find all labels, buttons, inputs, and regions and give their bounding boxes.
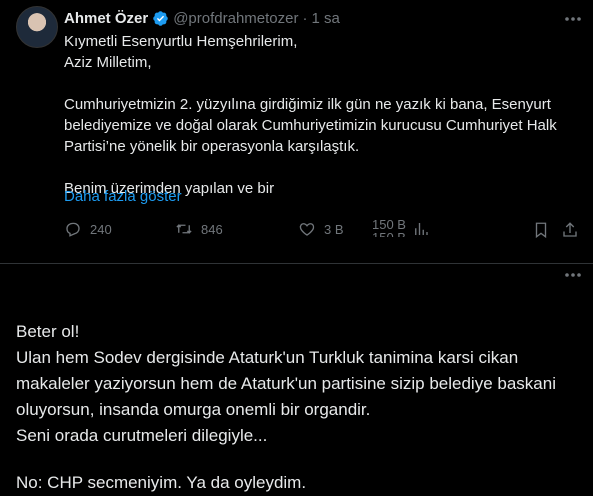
tweet-card[interactable]: Ahmet Özer @profdrahmetozer · 1 sa Kıyme… (0, 0, 593, 263)
tweet-time[interactable]: 1 sa (311, 10, 339, 27)
retweet-count: 846 (201, 221, 223, 237)
author-name[interactable]: Ahmet Özer (64, 10, 148, 27)
more-options-icon[interactable] (563, 14, 583, 24)
bookmark-icon[interactable] (532, 221, 550, 239)
reply-line: Beter ol! (16, 322, 80, 341)
author-handle[interactable]: @profdrahmetozer (173, 10, 298, 27)
reply-button[interactable]: 240 (64, 220, 112, 238)
divider (0, 263, 593, 264)
views-count-current: 150 B (372, 217, 406, 232)
author-avatar[interactable] (16, 6, 58, 48)
tweet-line: belediyemize ve doğal olarak Cumhuriyeti… (64, 117, 557, 134)
views-chart-icon (415, 223, 428, 235)
tweet-line: Partisi’ne yönelik bir operasyonla karşı… (64, 138, 360, 155)
like-count: 3 B (324, 221, 344, 237)
tweet-line: Cumhuriyetmizin 2. yüzyılına girdiğimiz … (64, 96, 551, 113)
reply-icon (66, 222, 80, 237)
reply-line: makaleler yaziyorsun hem de Ataturk'un p… (16, 374, 556, 393)
separator-dot: · (302, 9, 308, 27)
tweet-line (64, 157, 579, 178)
reply-line: Seni orada curutmeleri dilegiyle... (16, 426, 268, 445)
show-more-link[interactable]: Daha fazla göster (64, 188, 182, 205)
reply-line (16, 449, 581, 470)
reply-line: oluyorsun, insanda omurga onemli bir org… (16, 400, 371, 419)
share-icon[interactable] (561, 221, 579, 239)
reply-line: No: CHP secmeniyim. Ya da oyleydim. (16, 473, 307, 492)
more-options-icon[interactable] (563, 270, 583, 280)
tweet-header: Ahmet Özer @profdrahmetozer · 1 sa (64, 8, 340, 28)
tweet-line (64, 73, 579, 94)
reply-line: Ulan hem Sodev dergisinde Ataturk'un Tur… (16, 348, 519, 367)
views-count-next: 150 B (372, 231, 406, 237)
reply-text: Beter ol! Ulan hem Sodev dergisinde Atat… (16, 319, 581, 496)
like-button[interactable]: 3 B (298, 220, 344, 238)
tweet-text: Kıymetli Esenyurtlu Hemşehrilerim, Aziz … (64, 31, 579, 199)
tweet-line: Kıymetli Esenyurtlu Hemşehrilerim, (64, 33, 298, 50)
views-button[interactable] (412, 220, 430, 238)
retweet-button[interactable]: 846 (175, 220, 223, 238)
tweet-line: Aziz Milletim, (64, 54, 152, 71)
tweet-actions: 240 846 3 B (64, 220, 584, 244)
views-count: 150 B 150 B (372, 218, 406, 237)
verified-badge-icon (152, 10, 169, 27)
reply-count: 240 (90, 221, 112, 237)
retweet-icon (176, 224, 192, 234)
heart-icon (299, 223, 315, 236)
